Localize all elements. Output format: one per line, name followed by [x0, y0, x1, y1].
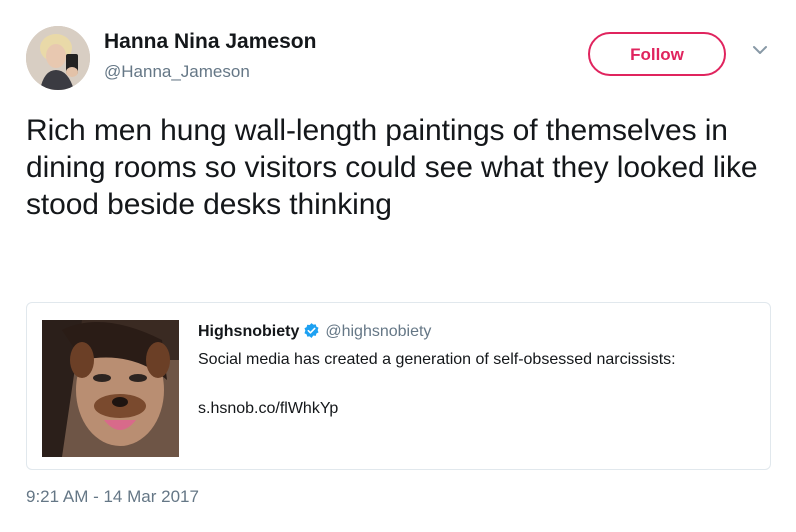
author-display-name[interactable]: Hanna Nina Jameson: [104, 30, 316, 54]
quoted-handle[interactable]: @highsnobiety: [325, 323, 431, 340]
tweet-timestamp[interactable]: 9:21 AM - 14 Mar 2017: [26, 487, 199, 507]
chevron-down-icon[interactable]: [752, 44, 768, 56]
avatar-photo: [26, 26, 90, 90]
quoted-tweet-link[interactable]: s.hsnob.co/flWhkYp: [198, 397, 338, 421]
quoted-tweet-text: Social media has created a generation of…: [198, 351, 676, 368]
verified-badge-icon: [304, 323, 319, 338]
tweet: Hanna Nina Jameson @Hanna_Jameson Follow…: [0, 0, 796, 532]
quoted-display-name[interactable]: Highsnobiety: [198, 323, 299, 340]
quoted-tweet-image: [42, 320, 179, 457]
author-avatar[interactable]: [26, 26, 90, 90]
quoted-tweet-header: Highsnobiety @highsnobiety: [198, 322, 431, 342]
follow-button[interactable]: Follow: [588, 32, 726, 76]
author-handle[interactable]: @Hanna_Jameson: [104, 62, 250, 82]
tweet-text: Rich men hung wall-length paintings of t…: [26, 114, 758, 221]
quoted-tweet-card[interactable]: Highsnobiety @highsnobiety Social media h…: [26, 302, 771, 470]
